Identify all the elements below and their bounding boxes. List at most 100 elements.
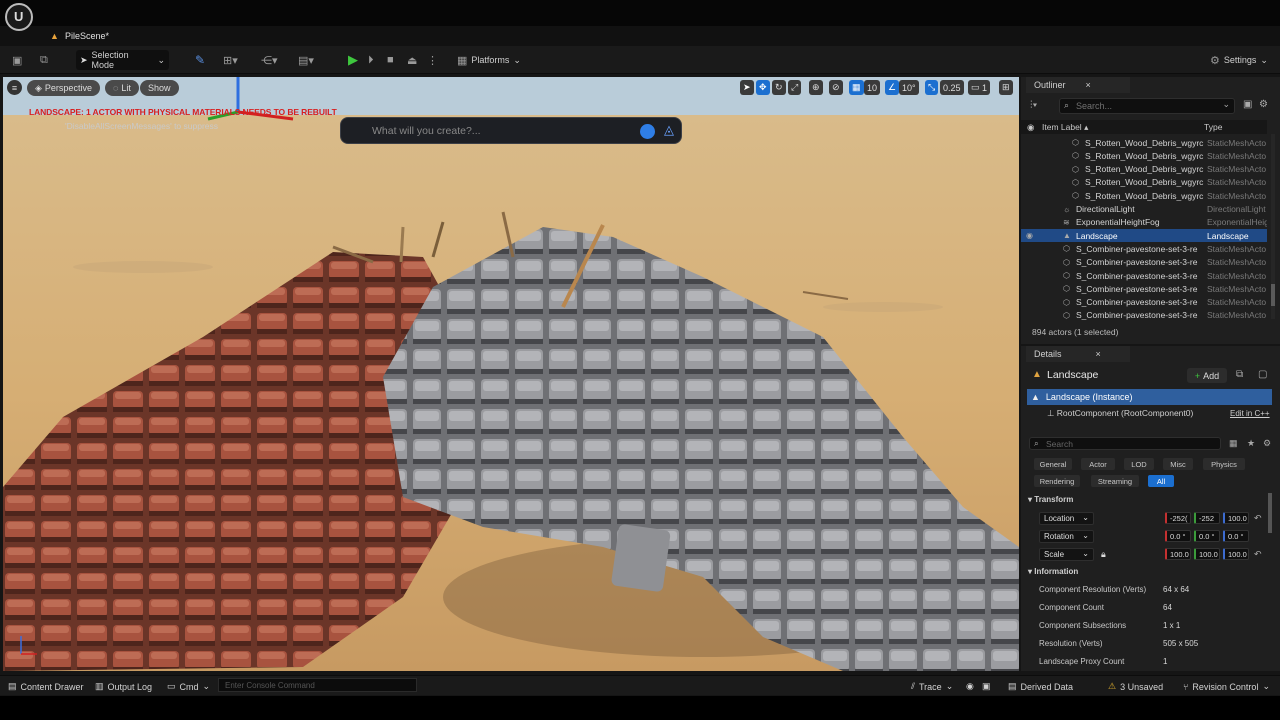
information-section-header[interactable]: ▾ Information bbox=[1028, 567, 1078, 576]
filter-all-button[interactable]: All bbox=[1148, 475, 1174, 487]
selection-mode-dropdown[interactable]: ➤ Selection Mode ⌄ bbox=[76, 50, 169, 70]
filter-lod-button[interactable]: LOD bbox=[1124, 458, 1154, 470]
visibility-eye-icon[interactable]: ◉ bbox=[1026, 231, 1033, 240]
outliner-row[interactable]: ⬡ S_Rotten_Wood_Debris_wgyrc StaticMeshAct… bbox=[1021, 149, 1267, 162]
gear-icon[interactable]: ⚙ bbox=[1259, 99, 1268, 110]
output-log-button[interactable]: ▥ Output Log bbox=[95, 680, 152, 693]
location-dropdown[interactable]: Location ⌄ bbox=[1039, 512, 1094, 525]
modeling-button[interactable]: ✎ bbox=[191, 50, 209, 70]
outliner-tab[interactable]: Outliner × bbox=[1026, 77, 1130, 93]
transform-section-header[interactable]: ▾ Transform bbox=[1028, 495, 1073, 504]
filter-rendering-button[interactable]: Rendering bbox=[1034, 475, 1080, 487]
location-x-field[interactable]: -252( bbox=[1165, 512, 1191, 524]
outliner-row[interactable]: ⬡ S_Rotten_Wood_Debris_wgyrc StaticMeshAct… bbox=[1021, 189, 1267, 202]
scale-tool-button[interactable]: ⤢ bbox=[788, 80, 802, 95]
snapshot-button[interactable]: ▣ bbox=[982, 680, 991, 693]
rotation-x-field[interactable]: 0.0 ° bbox=[1165, 530, 1191, 542]
lock-icon[interactable]: ▢ bbox=[1258, 369, 1267, 380]
edit-in-cpp-link[interactable]: Edit in C++ bbox=[1230, 409, 1270, 418]
scale-snap-value[interactable]: 0.25 bbox=[940, 80, 964, 95]
record-button[interactable]: ◉ bbox=[966, 680, 974, 693]
select-tool-button[interactable]: ➤ bbox=[740, 80, 754, 95]
outliner-row[interactable]: ⬡ S_Combiner-pavestone-set-3-re StaticMesh… bbox=[1021, 282, 1267, 295]
translate-tool-button[interactable]: ✥ bbox=[756, 80, 770, 95]
grid-snap-button[interactable]: ▦ bbox=[849, 80, 864, 95]
stop-button[interactable]: ■ bbox=[383, 50, 398, 70]
details-scrollbar[interactable] bbox=[1268, 493, 1272, 533]
platforms-dropdown[interactable]: ▦ Platforms ⌄ bbox=[453, 50, 525, 70]
gear-icon[interactable]: ⚙ bbox=[1263, 438, 1271, 449]
eject-button[interactable]: ⏏ bbox=[403, 50, 421, 70]
unreal-logo-icon[interactable] bbox=[5, 3, 33, 31]
derived-data-button[interactable]: ▤ Derived Data bbox=[1008, 680, 1073, 693]
play-button[interactable]: ▶ bbox=[344, 50, 362, 70]
maximize-viewport-button[interactable]: ⊞ bbox=[999, 80, 1013, 95]
outliner-row[interactable]: ◉ ▲ Landscape Landscape bbox=[1021, 229, 1267, 243]
cinematics-button[interactable]: ▤▾ bbox=[294, 50, 318, 70]
cmd-dropdown[interactable]: ▭ Cmd ⌄ bbox=[167, 680, 210, 693]
trace-dropdown[interactable]: ⫽ Trace ⌄ bbox=[911, 680, 953, 693]
blueprint-icon[interactable]: ⧉ bbox=[1236, 369, 1243, 380]
step-button[interactable]: ⏵ bbox=[364, 50, 378, 70]
item-label-header[interactable]: Item Label ▴ bbox=[1042, 122, 1088, 133]
filter-physics-button[interactable]: Physics bbox=[1203, 458, 1245, 470]
outliner-scrollbar[interactable] bbox=[1271, 134, 1275, 319]
rotate-tool-button[interactable]: ↻ bbox=[772, 80, 786, 95]
rotation-y-field[interactable]: 0.0 ° bbox=[1194, 530, 1220, 542]
star-icon[interactable]: ★ bbox=[1247, 438, 1255, 449]
details-search-input[interactable]: ⌕ Search bbox=[1029, 437, 1221, 450]
outliner-row[interactable]: ⬡ S_Combiner-pavestone-set-3-re StaticMesh… bbox=[1021, 309, 1267, 322]
save-button[interactable]: ▣ bbox=[8, 50, 26, 70]
content-browser-button[interactable]: ⧉ bbox=[36, 50, 52, 70]
viewport-menu-button[interactable]: ≡ bbox=[7, 80, 22, 95]
filter-icon[interactable]: ⫶▾ bbox=[1030, 100, 1037, 111]
outliner-row[interactable]: ≋ ExponentialHeightFog ExponentialHeig bbox=[1021, 216, 1267, 229]
level-tab[interactable]: ▲ PileScene* bbox=[44, 26, 146, 46]
add-component-button[interactable]: + Add bbox=[1187, 368, 1227, 383]
location-z-field[interactable]: 100.0 bbox=[1223, 512, 1249, 524]
close-icon[interactable]: × bbox=[1096, 349, 1101, 359]
grid-snap-value[interactable]: 10 bbox=[864, 80, 881, 95]
scale-snap-button[interactable]: ⤡ bbox=[925, 80, 939, 95]
instance-row[interactable]: ▲ Landscape (Instance) bbox=[1027, 389, 1272, 405]
filter-streaming-button[interactable]: Streaming bbox=[1091, 475, 1139, 487]
outliner-scroll-thumb[interactable] bbox=[1271, 284, 1275, 306]
lit-button[interactable]: ◌ Lit bbox=[105, 80, 139, 96]
perspective-button[interactable]: ◈ Perspective bbox=[27, 80, 100, 96]
outliner-row[interactable]: ⬡ S_Combiner-pavestone-set-3-re StaticMesh… bbox=[1021, 242, 1267, 255]
console-input[interactable]: Enter Console Command bbox=[218, 678, 417, 692]
outliner-row[interactable]: ⬡ S_Rotten_Wood_Debris_wgyrc StaticMeshAct… bbox=[1021, 176, 1267, 189]
ai-icon[interactable]: ◬ bbox=[664, 122, 674, 138]
revision-control-button[interactable]: ⑂ Revision Control ⌄ bbox=[1183, 680, 1270, 693]
filter-actor-button[interactable]: Actor bbox=[1081, 458, 1115, 470]
blueprint-button[interactable]: ⋲▾ bbox=[257, 50, 282, 70]
type-header[interactable]: Type bbox=[1204, 122, 1222, 132]
reset-scale-icon[interactable]: ↶ bbox=[1254, 549, 1262, 560]
settings-dropdown[interactable]: ⚙ Settings ⌄ bbox=[1206, 50, 1272, 70]
lock-scale-icon[interactable]: 🔒︎ bbox=[1101, 549, 1106, 560]
add-folder-icon[interactable]: ▣ bbox=[1243, 99, 1252, 110]
scale-y-field[interactable]: 100.0 bbox=[1194, 548, 1220, 560]
outliner-search-input[interactable]: ⌕ Search... ⌄ bbox=[1059, 98, 1235, 114]
rotation-dropdown[interactable]: Rotation ⌄ bbox=[1039, 530, 1094, 543]
assistant-icon[interactable] bbox=[640, 124, 655, 139]
unsaved-button[interactable]: ⚠ 3 Unsaved bbox=[1108, 680, 1163, 693]
outliner-row[interactable]: ⬡ S_Rotten_Wood_Debris_wgyrc StaticMeshAct… bbox=[1021, 163, 1267, 176]
add-actor-button[interactable]: ⊞▾ bbox=[219, 50, 242, 70]
details-tab[interactable]: Details × bbox=[1026, 346, 1130, 362]
grid-view-icon[interactable]: ▦ bbox=[1229, 438, 1238, 449]
world-local-button[interactable]: ⊕ bbox=[809, 80, 823, 95]
filter-general-button[interactable]: General bbox=[1034, 458, 1072, 470]
surface-snap-button[interactable]: ⊘ bbox=[829, 80, 843, 95]
outliner-row[interactable]: ⬡ S_Combiner-pavestone-set-3-re StaticMesh… bbox=[1021, 269, 1267, 282]
outliner-row[interactable]: ⬡ S_Rotten_Wood_Debris_wgyrc StaticMeshAct… bbox=[1021, 136, 1267, 149]
reset-location-icon[interactable]: ↶ bbox=[1254, 513, 1262, 524]
outliner-row[interactable]: ⬡ S_Combiner-pavestone-set-3-re StaticMesh… bbox=[1021, 256, 1267, 269]
rotation-snap-value[interactable]: 10° bbox=[899, 80, 919, 95]
location-y-field[interactable]: -252 bbox=[1194, 512, 1220, 524]
root-component-row[interactable]: ⊥ RootComponent (RootComponent0) bbox=[1047, 408, 1193, 419]
filter-misc-button[interactable]: Misc bbox=[1163, 458, 1193, 470]
outliner-row[interactable]: ☼ DirectionalLight DirectionalLight bbox=[1021, 203, 1267, 216]
scale-x-field[interactable]: 100.0 bbox=[1165, 548, 1191, 560]
rotation-snap-button[interactable]: ∠ bbox=[885, 80, 900, 95]
